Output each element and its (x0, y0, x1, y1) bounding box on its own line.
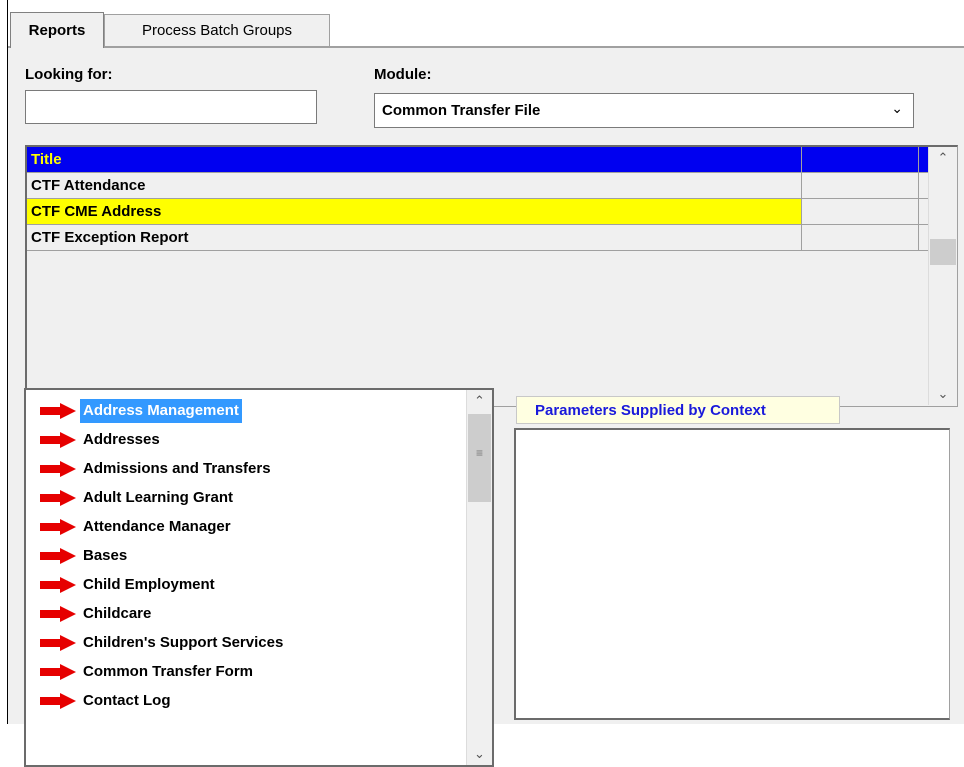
red-arrow-icon (40, 547, 76, 564)
grid-cell (919, 173, 928, 199)
module-select[interactable]: Common Transfer File ⌄ (374, 93, 914, 128)
grid-cell (919, 225, 928, 251)
grid-cell[interactable] (802, 225, 919, 251)
reports-panel: Looking for: Module: Common Transfer Fil… (8, 48, 964, 767)
list-item-label: Children's Support Services (83, 633, 284, 651)
category-scrollbar-thumb[interactable]: ≡ (468, 414, 491, 502)
grid-row-selected[interactable]: CTF CME Address (27, 199, 928, 225)
scroll-down-icon[interactable]: ⌄ (467, 743, 492, 765)
module-select-value: Common Transfer File (382, 102, 541, 119)
category-scrollbar[interactable]: ⌃ ≡ ⌄ (466, 390, 492, 765)
list-item[interactable]: Attendance Manager (26, 512, 234, 541)
red-arrow-icon (40, 576, 76, 593)
chevron-down-icon[interactable]: ⌄ (891, 100, 903, 117)
list-item-label: Childcare (83, 604, 152, 622)
grid-scrollbar-thumb[interactable] (930, 239, 956, 265)
grid-cell[interactable] (802, 199, 919, 225)
list-item[interactable]: Contact Log (26, 686, 174, 715)
tab-process-batch-groups[interactable]: Process Batch Groups (104, 14, 330, 46)
list-item-label: Addresses (83, 430, 160, 448)
list-item-label: Adult Learning Grant (83, 488, 233, 506)
grid-cell-title[interactable]: CTF Attendance (27, 173, 802, 199)
list-item-label: Common Transfer Form (83, 662, 254, 680)
list-item[interactable]: Addresses (26, 425, 163, 454)
grid-header-row[interactable]: Title (27, 147, 928, 173)
grid-cell (919, 199, 928, 225)
scroll-down-icon[interactable]: ⌄ (929, 383, 957, 405)
parameters-header: Parameters Supplied by Context (516, 396, 840, 424)
scroll-up-icon[interactable]: ⌃ (929, 147, 957, 169)
grid-cell-title[interactable]: CTF CME Address (27, 199, 802, 225)
grid-row[interactable]: CTF Exception Report (27, 225, 928, 251)
red-arrow-icon (40, 605, 76, 622)
list-item-label: Attendance Manager (83, 517, 231, 535)
grid-row[interactable]: CTF Attendance (27, 173, 928, 199)
red-arrow-icon (40, 489, 76, 506)
list-item[interactable]: Admissions and Transfers (26, 454, 274, 483)
list-item[interactable]: Children's Support Services (26, 628, 286, 657)
list-item[interactable]: Adult Learning Grant (26, 483, 236, 512)
grip-icon: ≡ (475, 446, 483, 460)
list-item[interactable]: Bases (26, 541, 130, 570)
red-arrow-icon (40, 518, 76, 535)
list-item[interactable]: Address Management (26, 396, 242, 425)
grid-cell-title[interactable]: CTF Exception Report (27, 225, 802, 251)
red-arrow-icon (40, 402, 76, 419)
list-item-label: Address Management (80, 398, 242, 423)
category-list: Address Management Addresses Admissions … (24, 388, 494, 767)
list-item-label: Contact Log (83, 691, 171, 709)
looking-for-input[interactable] (25, 90, 317, 124)
reports-grid: Title CTF Attendance CTF CME Address CTF… (25, 145, 958, 407)
grid-cell[interactable] (802, 173, 919, 199)
grid-header-title[interactable]: Title (27, 147, 802, 173)
red-arrow-icon (40, 663, 76, 680)
window-left-border (0, 0, 8, 724)
list-item[interactable]: Childcare (26, 599, 154, 628)
module-label: Module: (374, 66, 432, 83)
grid-scrollbar[interactable]: ⌃ ⌄ (928, 147, 957, 405)
red-arrow-icon (40, 431, 76, 448)
parameters-box (514, 428, 950, 720)
tab-strip: Reports Process Batch Groups (8, 0, 964, 48)
scroll-up-icon[interactable]: ⌃ (467, 390, 492, 412)
tab-reports[interactable]: Reports (10, 12, 104, 48)
grid-header-col2[interactable] (802, 147, 919, 173)
red-arrow-icon (40, 692, 76, 709)
grid-header-col3 (919, 147, 928, 173)
list-item-label: Admissions and Transfers (83, 459, 271, 477)
list-item[interactable]: Common Transfer Form (26, 657, 256, 686)
list-item-label: Child Employment (83, 575, 215, 593)
looking-for-label: Looking for: (25, 66, 113, 83)
red-arrow-icon (40, 460, 76, 477)
list-item[interactable]: Child Employment (26, 570, 218, 599)
list-item-label: Bases (83, 546, 128, 564)
red-arrow-icon (40, 634, 76, 651)
